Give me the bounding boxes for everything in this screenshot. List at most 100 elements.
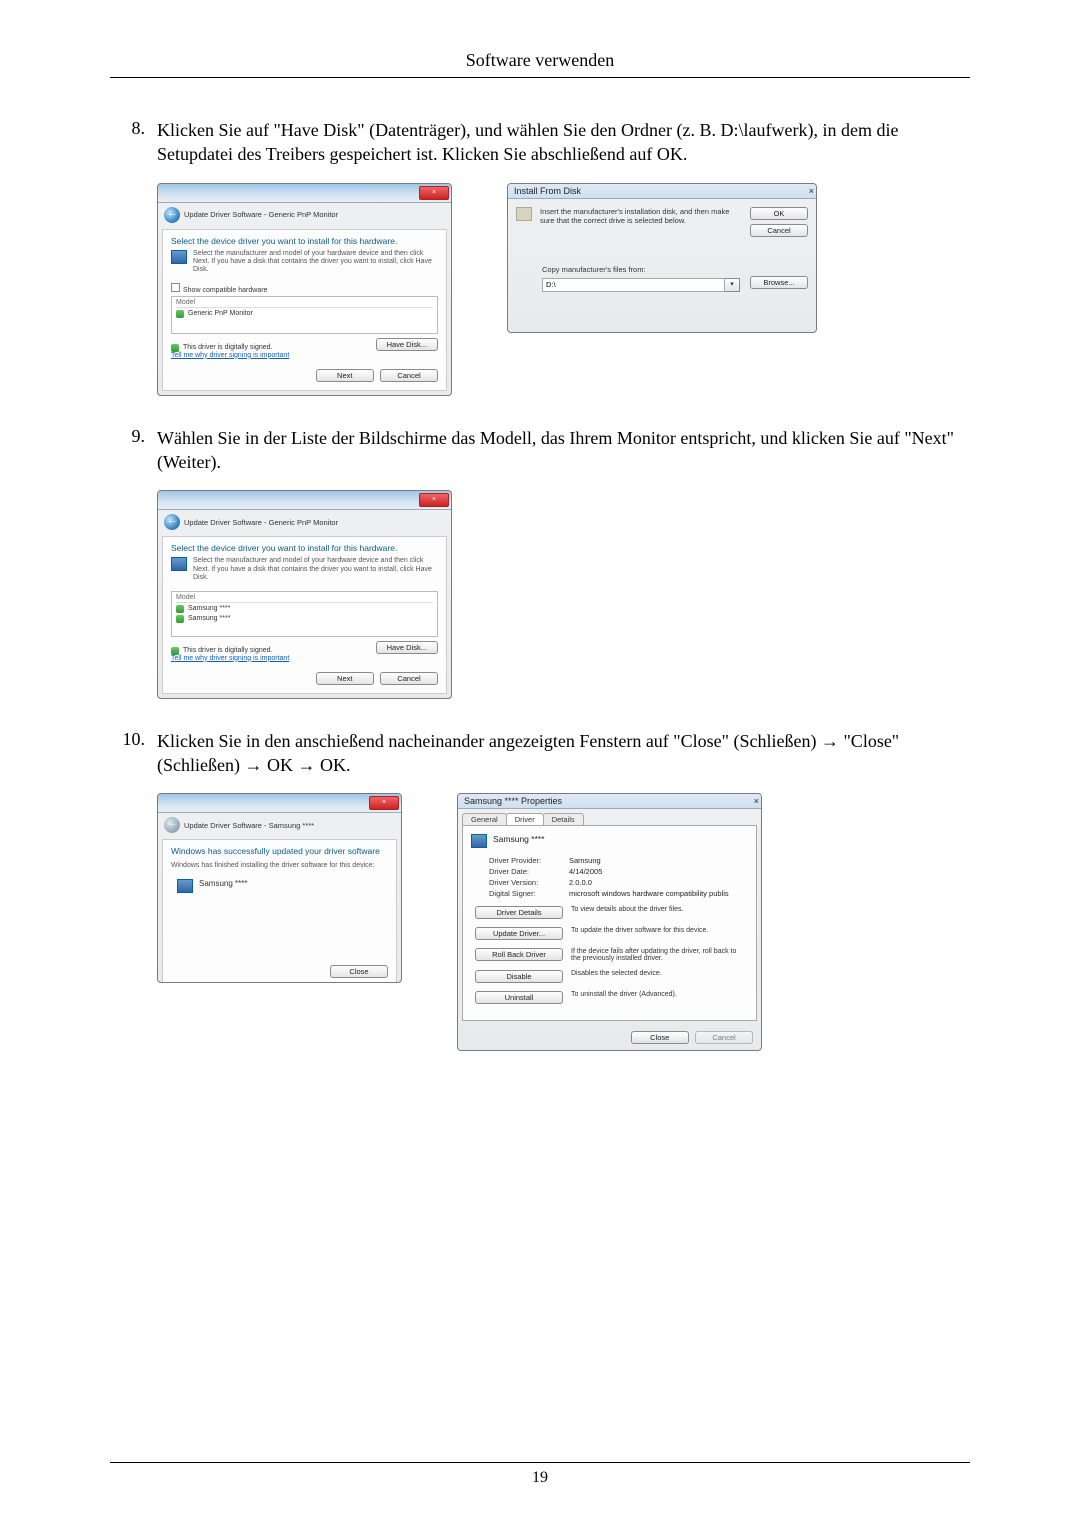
cancel-button[interactable]: Cancel	[750, 224, 808, 237]
breadcrumb: Update Driver Software - Generic PnP Mon…	[158, 510, 451, 532]
list-item-label: Generic PnP Monitor	[188, 310, 253, 317]
compat-checkbox-row[interactable]: Show compatible hardware	[171, 283, 438, 294]
dialog-title: Install From Disk ×	[508, 184, 816, 199]
path-input[interactable]	[542, 278, 725, 292]
dialog-subtext: Select the manufacturer and model of you…	[171, 557, 438, 582]
tabs: General Driver Details	[462, 813, 757, 825]
device-name: Samsung ****	[199, 879, 247, 889]
tab-general[interactable]: General	[462, 813, 507, 825]
disk-folder-icon	[516, 207, 532, 221]
close-icon[interactable]: ×	[369, 796, 399, 810]
dialog-update-driver-model-list: × Update Driver Software - Generic PnP M…	[157, 490, 452, 698]
update-driver-desc: To update the driver software for this d…	[571, 927, 748, 934]
step-10-number: 10.	[110, 729, 157, 750]
dialog-title-label: Install From Disk	[514, 186, 581, 196]
signed-row: This driver is digitally signed.	[171, 344, 289, 352]
titlebar: ×	[158, 794, 401, 813]
close-icon[interactable]: ×	[809, 186, 814, 196]
dialog-heading: Windows has successfully updated your dr…	[171, 846, 388, 856]
have-disk-button[interactable]: Have Disk...	[376, 338, 438, 351]
list-item-label: Samsung ****	[188, 605, 230, 612]
monitor-icon	[171, 557, 187, 571]
signing-link[interactable]: Tell me why driver signing is important	[171, 655, 289, 662]
header-rule	[110, 77, 970, 78]
roll-back-driver-button[interactable]: Roll Back Driver	[475, 948, 563, 961]
driver-details-button[interactable]: Driver Details	[475, 906, 563, 919]
step-9-number: 9.	[110, 426, 157, 447]
signed-label: This driver is digitally signed.	[183, 344, 272, 351]
back-icon[interactable]	[164, 207, 180, 223]
uninstall-desc: To uninstall the driver (Advanced).	[571, 991, 748, 998]
signed-label: This driver is digitally signed.	[183, 647, 272, 654]
breadcrumb-text: Update Driver Software - Generic PnP Mon…	[184, 210, 338, 219]
list-header: Model	[176, 594, 433, 603]
dropdown-icon[interactable]: ▾	[725, 278, 740, 292]
step-9-text: Wählen Sie in der Liste der Bildschirme …	[157, 426, 970, 475]
titlebar: ×	[158, 491, 451, 510]
shield-icon	[176, 310, 184, 318]
step-10: 10. Klicken Sie in den anschießend nache…	[110, 729, 970, 778]
monitor-icon	[171, 250, 187, 264]
update-driver-button[interactable]: Update Driver...	[475, 927, 563, 940]
prop-provider-key: Driver Provider:	[489, 856, 569, 865]
list-item[interactable]: Generic PnP Monitor	[176, 309, 433, 319]
prop-provider-val: Samsung	[569, 856, 748, 865]
dialog-heading: Select the device driver you want to ins…	[171, 236, 438, 246]
breadcrumb: Update Driver Software - Generic PnP Mon…	[158, 203, 451, 225]
step-10-figures: × Update Driver Software - Samsung **** …	[157, 793, 970, 1051]
prop-signer-val: microsoft windows hardware compatibility…	[569, 889, 748, 898]
dialog-install-from-disk: Install From Disk × Insert the manufactu…	[507, 183, 817, 333]
breadcrumb-text: Update Driver Software - Samsung ****	[184, 821, 314, 830]
tab-driver[interactable]: Driver	[506, 813, 544, 825]
cancel-button[interactable]: Cancel	[380, 672, 438, 685]
close-button[interactable]: Close	[330, 965, 388, 978]
close-icon[interactable]: ×	[419, 493, 449, 507]
monitor-icon	[471, 834, 487, 848]
cancel-button[interactable]: Cancel	[380, 369, 438, 382]
roll-back-driver-desc: If the device fails after updating the d…	[571, 948, 748, 962]
close-button[interactable]: Close	[631, 1031, 689, 1044]
have-disk-button[interactable]: Have Disk...	[376, 641, 438, 654]
list-item[interactable]: Samsung ****	[176, 604, 433, 614]
close-icon[interactable]: ×	[754, 796, 759, 806]
shield-icon	[171, 344, 179, 352]
cancel-button: Cancel	[695, 1031, 753, 1044]
tab-pane-driver: Samsung **** Driver Provider:Samsung Dri…	[462, 825, 757, 1021]
list-item[interactable]: Samsung ****	[176, 614, 433, 624]
page-number: 19	[110, 1469, 970, 1487]
prop-version-val: 2.0.0.0	[569, 878, 748, 887]
step-10-text: Klicken Sie in den anschießend nacheinan…	[157, 729, 970, 778]
checkbox-icon[interactable]	[171, 283, 180, 292]
disable-desc: Disables the selected device.	[571, 970, 748, 977]
dialog-title-label: Samsung **** Properties	[464, 796, 562, 806]
step-8: 8. Klicken Sie auf "Have Disk" (Datenträ…	[110, 118, 970, 167]
dialog-subtext: Windows has finished installing the driv…	[171, 862, 388, 869]
dialog-subtext-label: Select the manufacturer and model of you…	[193, 250, 438, 275]
model-listbox[interactable]: Model Generic PnP Monitor	[171, 296, 438, 334]
next-button[interactable]: Next	[316, 672, 374, 685]
tab-details[interactable]: Details	[543, 813, 584, 825]
dialog-subtext-label: Select the manufacturer and model of you…	[193, 557, 438, 582]
shield-icon	[176, 605, 184, 613]
back-icon[interactable]	[164, 514, 180, 530]
disable-button[interactable]: Disable	[475, 970, 563, 983]
next-button[interactable]: Next	[316, 369, 374, 382]
signing-link[interactable]: Tell me why driver signing is important	[171, 352, 289, 359]
page-header-title: Software verwenden	[110, 50, 970, 71]
list-header: Model	[176, 299, 433, 308]
dialog-update-success: × Update Driver Software - Samsung **** …	[157, 793, 402, 983]
browse-button[interactable]: Browse...	[750, 276, 808, 289]
dialog-device-properties: Samsung **** Properties × General Driver…	[457, 793, 762, 1051]
titlebar: ×	[158, 184, 451, 203]
model-listbox[interactable]: Model Samsung **** Samsung ****	[171, 591, 438, 637]
compat-checkbox-label: Show compatible hardware	[183, 287, 267, 294]
dialog-subtext: Select the manufacturer and model of you…	[171, 250, 438, 275]
signed-row: This driver is digitally signed.	[171, 647, 289, 655]
step-9: 9. Wählen Sie in der Liste der Bildschir…	[110, 426, 970, 475]
list-item-label: Samsung ****	[188, 615, 230, 622]
copy-from-label: Copy manufacturer's files from:	[542, 265, 808, 274]
close-icon[interactable]: ×	[419, 186, 449, 200]
ok-button[interactable]: OK	[750, 207, 808, 220]
uninstall-button[interactable]: Uninstall	[475, 991, 563, 1004]
breadcrumb: Update Driver Software - Samsung ****	[158, 813, 401, 835]
